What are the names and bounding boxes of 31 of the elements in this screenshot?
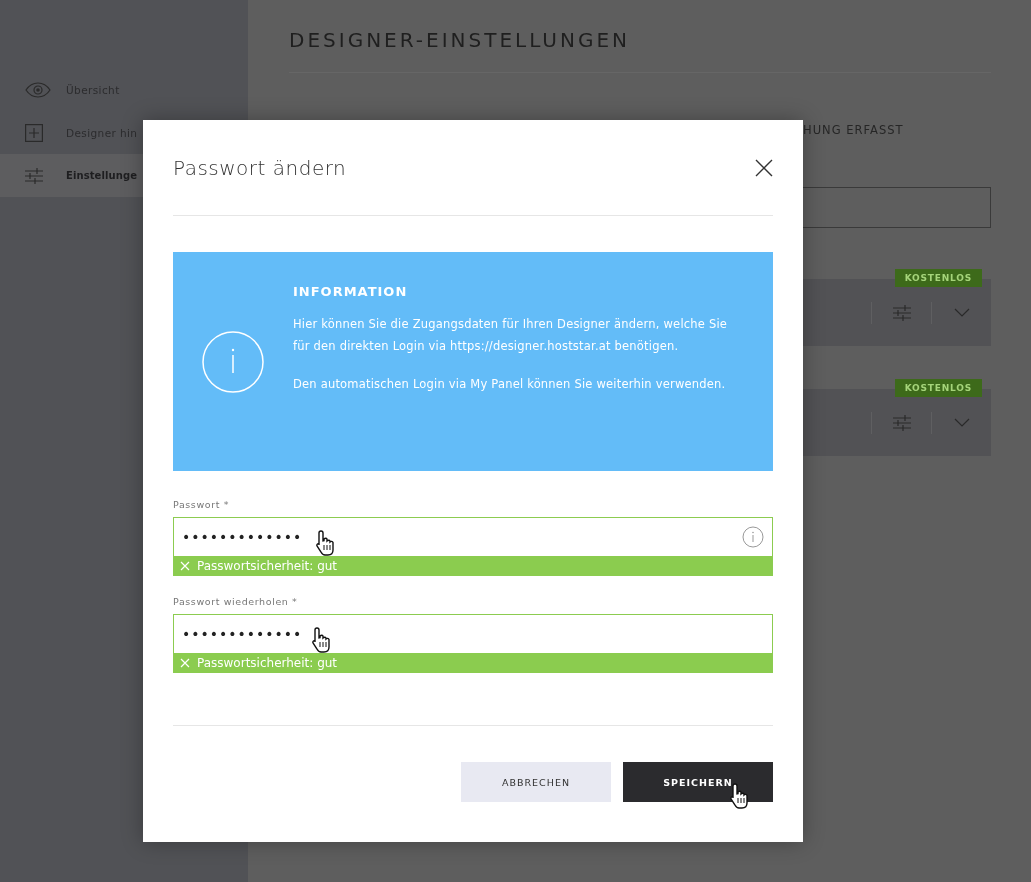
cancel-button[interactable]: ABBRECHEN	[461, 762, 611, 802]
hand-cursor-icon	[311, 626, 333, 654]
field-label: Passwort wiederholen *	[173, 596, 298, 607]
info-heading: INFORMATION	[293, 284, 409, 299]
plus-square-icon	[25, 123, 43, 142]
sidebar-item-label: Einstellunge	[66, 170, 138, 181]
password-field[interactable]: •••••••••••••	[173, 517, 773, 556]
strength-text: Passwortsicherheit: gut	[197, 559, 338, 573]
cross-icon	[180, 561, 190, 571]
close-button[interactable]	[755, 158, 773, 177]
info-icon[interactable]	[742, 526, 764, 548]
close-icon	[755, 158, 773, 177]
password-field[interactable]: •••••••••••••	[173, 614, 773, 653]
page-title: DESIGNER-EINSTELLUNGEN	[289, 28, 632, 54]
free-badge: KOSTENLOS	[894, 269, 982, 287]
info-text: Den automatischen Login via My Panel können Sie weiterhin verwenden.	[293, 376, 727, 393]
cross-icon	[180, 658, 190, 668]
hand-cursor-icon	[729, 782, 751, 810]
sliders-icon	[25, 167, 43, 184]
chevron-down-icon[interactable]	[953, 418, 970, 427]
chevron-down-icon[interactable]	[953, 308, 970, 317]
field-label: Passwort *	[173, 499, 229, 510]
sliders-icon[interactable]	[892, 304, 911, 321]
hand-cursor-icon	[315, 529, 337, 557]
info-icon	[202, 330, 264, 393]
sliders-icon[interactable]	[892, 414, 911, 431]
free-badge: KOSTENLOS	[894, 379, 982, 397]
eye-icon	[25, 81, 51, 98]
info-text: Hier können Sie die Zugangsdaten für Ihren Designer ändern, welche Sie für den direkten Login via https://designer.hoststar.at benötigen.	[293, 316, 729, 355]
strength-text: Passwortsicherheit: gut	[197, 656, 338, 670]
section-heading: HUNG ERFASST	[803, 123, 904, 137]
